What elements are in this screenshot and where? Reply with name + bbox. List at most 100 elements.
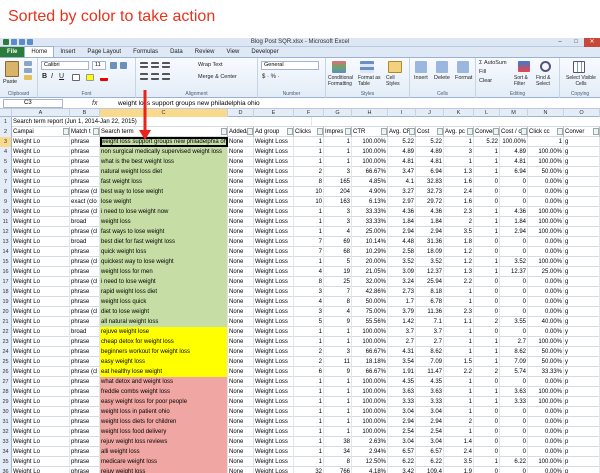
cell[interactable]: 1 [294,387,324,397]
cell[interactable]: Weight Loss [254,237,294,247]
cell[interactable]: 3.63 [388,387,416,397]
delete-icon[interactable] [436,61,448,73]
cell[interactable]: 2.94 [388,227,416,237]
number-format-box[interactable]: General [261,61,319,70]
cell[interactable]: 4.35 [416,377,444,387]
cell[interactable]: Weight Lo [12,277,70,287]
filter-dropdown-icon[interactable] [493,128,499,135]
cell[interactable]: 1 [294,427,324,437]
cell[interactable]: 0 [500,407,528,417]
search-term-cell[interactable]: best diet for fast weight loss [100,237,228,247]
cell[interactable]: 4.81 [500,157,528,167]
cell[interactable]: Weight Lo [12,417,70,427]
cell[interactable]: 0 [500,237,528,247]
cell[interactable]: 0 [474,327,500,337]
cell[interactable]: 50.00% [528,347,564,357]
cell[interactable]: broad [70,327,100,337]
column-header[interactable]: E [254,109,294,117]
row-header[interactable]: 7 [0,177,12,187]
cell[interactable]: 5 [294,317,324,327]
cell[interactable]: phrase [70,397,100,407]
cell[interactable]: 100.00% [528,457,564,467]
row-header[interactable]: 12 [0,227,12,237]
search-term-cell[interactable]: what detox and weight loss [100,377,228,387]
cell[interactable]: Weight Loss [254,247,294,257]
table-header-cell[interactable]: Clicks [294,127,324,137]
search-term-cell[interactable]: best way to lose weight [100,187,228,197]
insert-function-icon[interactable]: fx [92,98,97,109]
cell[interactable]: Weight Lo [12,177,70,187]
cell[interactable]: None [228,447,254,457]
cell[interactable]: 0 [474,407,500,417]
cell[interactable]: None [228,337,254,347]
cell[interactable]: phrase [70,407,100,417]
cell[interactable]: g [564,307,600,317]
cell[interactable]: 3.47 [388,167,416,177]
filter-dropdown-icon[interactable] [521,128,527,135]
cell[interactable]: 2.7 [500,337,528,347]
cell[interactable]: 1 [324,327,352,337]
cell[interactable]: 10.14% [352,237,388,247]
cell[interactable]: g [564,167,600,177]
cell[interactable]: 18.09 [416,247,444,257]
cell[interactable]: None [228,277,254,287]
cell[interactable]: 0 [474,187,500,197]
cell[interactable]: 100.00% [528,337,564,347]
cell[interactable]: None [228,377,254,387]
search-term-cell[interactable]: lose weight [100,197,228,207]
cell[interactable]: 100.00% [352,337,388,347]
cell[interactable]: Weight Loss [254,357,294,367]
cell[interactable]: 4.18% [352,467,388,473]
cell[interactable]: 100.00% [528,207,564,217]
cell[interactable]: 1.42 [388,317,416,327]
cell[interactable]: 1 [324,157,352,167]
cell[interactable]: 6.94 [500,167,528,177]
cell[interactable]: p [564,407,600,417]
wrap-text-button[interactable]: Wrap Text [198,62,223,68]
cell[interactable]: None [228,217,254,227]
cell[interactable]: 0 [474,447,500,457]
row-header[interactable]: 1 [0,117,12,127]
cell[interactable]: g [564,247,600,257]
cell[interactable]: 1.2 [444,247,474,257]
cell[interactable]: 55.56% [352,317,388,327]
cell[interactable]: Weight Lo [12,367,70,377]
cell[interactable]: 4.85% [352,177,388,187]
cell[interactable]: 0 [500,197,528,207]
cell[interactable]: 1 [324,427,352,437]
cell[interactable]: 3.27 [388,187,416,197]
cell[interactable]: Weight Loss [254,417,294,427]
cell[interactable]: phrase [70,177,100,187]
cell[interactable]: 1 [474,217,500,227]
cell[interactable]: 3.54 [388,357,416,367]
cell[interactable]: 2.97 [388,197,416,207]
cell[interactable]: 12.50% [352,457,388,467]
format-as-table-button[interactable]: Format as Table [358,75,384,87]
cell[interactable]: g [564,137,600,147]
cell[interactable]: Weight Lo [12,337,70,347]
cell[interactable]: 4.89 [388,147,416,157]
cell[interactable]: 1 [324,387,352,397]
cell[interactable]: 8 [324,457,352,467]
cell[interactable]: g [564,147,600,157]
cell[interactable]: phrase [70,287,100,297]
cell[interactable]: Weight Loss [254,287,294,297]
cell[interactable]: y [564,337,600,347]
row-header[interactable]: 23 [0,337,12,347]
cell[interactable]: phrase [70,137,100,147]
cell[interactable]: 66.67% [352,167,388,177]
maximize-button[interactable]: □ [568,38,584,47]
cell-styles-icon[interactable] [388,61,402,73]
cell[interactable]: 2 [294,357,324,367]
cell[interactable]: None [228,297,254,307]
cell[interactable]: Weight Lo [12,257,70,267]
cell[interactable]: 10 [294,197,324,207]
cell[interactable]: None [228,227,254,237]
fill-color-icon[interactable] [86,74,94,81]
search-term-cell[interactable]: rejuv weight loss [100,467,228,473]
search-term-cell[interactable]: easy weight loss for poor people [100,397,228,407]
cell[interactable]: 11 [324,357,352,367]
cell[interactable]: g [564,197,600,207]
cell-styles-button[interactable]: Cell Styles [386,75,408,87]
cell[interactable]: 1 [444,137,474,147]
